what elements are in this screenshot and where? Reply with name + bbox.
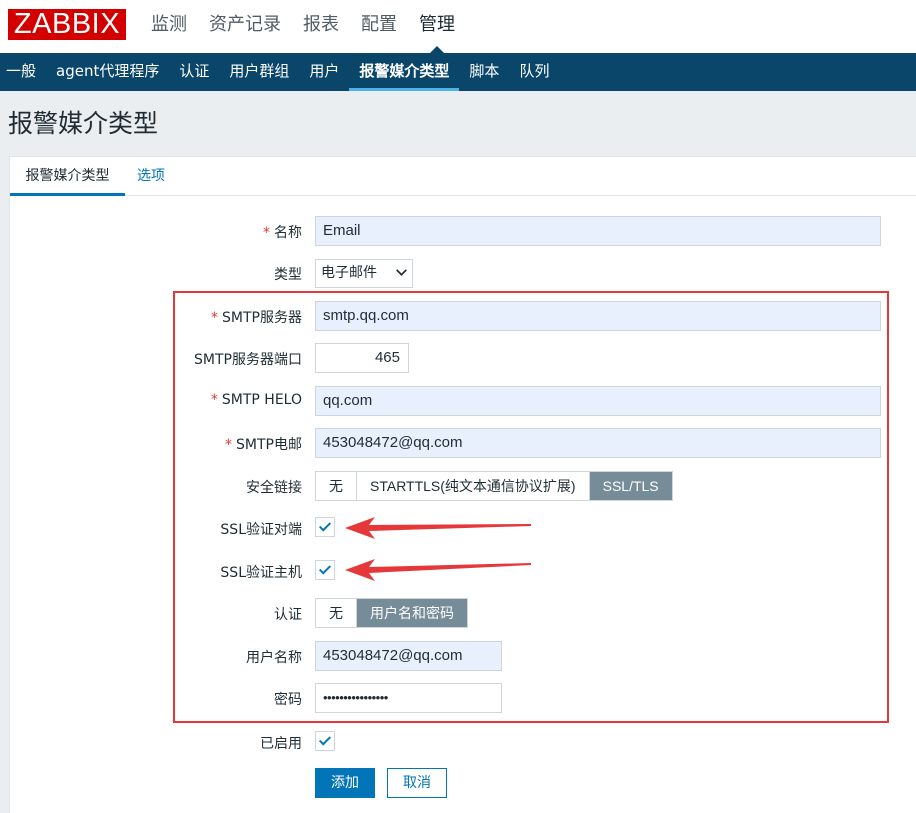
zabbix-logo[interactable]: ZABBIX — [8, 9, 126, 40]
enabled-checkbox[interactable] — [315, 731, 335, 751]
menu-item-monitoring[interactable]: 监测 — [140, 0, 198, 53]
enabled-label: 已启用 — [260, 736, 302, 752]
checkmark-icon — [318, 519, 332, 532]
security-option-none[interactable]: 无 — [316, 472, 357, 500]
required-mark: * — [263, 225, 270, 241]
top-bar: ZABBIX 监测 资产记录 报表 配置 管理 — [0, 0, 916, 53]
ssl-verify-peer-label: SSL验证对端 — [220, 522, 302, 538]
active-menu-caret-icon — [430, 46, 444, 53]
checkmark-icon — [318, 562, 332, 575]
username-label: 用户名称 — [246, 650, 302, 666]
add-button[interactable]: 添加 — [315, 768, 375, 798]
smtp-server-label: * SMTP服务器 — [211, 310, 302, 326]
menu-item-administration-label: 管理 — [419, 14, 455, 35]
required-mark: * — [211, 310, 219, 326]
smtp-email-label: * SMTP电邮 — [225, 437, 302, 453]
ssl-verify-peer-checkbox[interactable] — [315, 517, 335, 537]
name-label: * 名称 — [263, 225, 302, 241]
subnav-item-user-groups[interactable]: 用户群组 — [219, 53, 299, 91]
type-select[interactable]: 电子邮件 — [315, 259, 413, 288]
subnav-item-authentication[interactable]: 认证 — [169, 53, 219, 91]
main-menu: 监测 资产记录 报表 配置 管理 — [140, 0, 466, 53]
smtp-server-input[interactable]: smtp.qq.com — [315, 301, 881, 331]
security-toggle: 无 STARTTLS(纯文本通信协议扩展) SSL/TLS — [315, 471, 673, 501]
subnav-item-scripts[interactable]: 脚本 — [459, 53, 509, 91]
menu-item-reports[interactable]: 报表 — [292, 0, 350, 53]
subnav-item-users[interactable]: 用户 — [299, 53, 349, 91]
menu-item-administration[interactable]: 管理 — [408, 0, 466, 53]
smtp-email-input[interactable]: 453048472@qq.com — [315, 428, 881, 458]
tab-options[interactable]: 选项 — [137, 157, 165, 196]
form-panel: 报警媒介类型 选项 * 名称 Email 类型 电子邮件 * SMTP服务器 smt… — [9, 156, 916, 813]
security-option-starttls[interactable]: STARTTLS(纯文本通信协议扩展) — [357, 472, 590, 500]
ssl-verify-host-label: SSL验证主机 — [220, 565, 302, 581]
security-label: 安全链接 — [246, 480, 302, 496]
chevron-down-icon — [396, 265, 407, 276]
sub-navigation: 一般 agent代理程序 认证 用户群组 用户 报警媒介类型 脚本 队列 — [0, 53, 916, 91]
required-mark: * — [210, 392, 218, 408]
smtp-port-input[interactable]: 465 — [315, 343, 409, 373]
required-mark: * — [225, 437, 233, 453]
authentication-label: 认证 — [274, 607, 302, 623]
menu-item-inventory[interactable]: 资产记录 — [198, 0, 292, 53]
subnav-item-queue[interactable]: 队列 — [509, 53, 559, 91]
cancel-button[interactable]: 取消 — [387, 768, 447, 798]
page-title: 报警媒介类型 — [8, 109, 159, 138]
security-option-ssl-tls[interactable]: SSL/TLS — [589, 472, 672, 500]
username-input[interactable]: 453048472@qq.com — [315, 641, 502, 671]
ssl-verify-host-checkbox[interactable] — [315, 560, 335, 580]
auth-option-none[interactable]: 无 — [316, 599, 357, 627]
smtp-helo-input[interactable]: qq.com — [315, 386, 881, 416]
subnav-item-proxies[interactable]: agent代理程序 — [46, 53, 169, 91]
type-label: 类型 — [274, 267, 302, 283]
subnav-item-media-types[interactable]: 报警媒介类型 — [349, 53, 460, 91]
menu-item-configuration[interactable]: 配置 — [350, 0, 408, 53]
password-label: 密码 — [274, 692, 302, 708]
smtp-helo-label: * SMTP HELO — [210, 392, 302, 408]
annotation-arrow-icon — [345, 517, 531, 539]
password-input[interactable]: •••••••••••••••• — [315, 683, 502, 713]
tab-media-type[interactable]: 报警媒介类型 — [10, 157, 125, 196]
type-select-value: 电子邮件 — [321, 265, 377, 281]
authentication-toggle: 无 用户名和密码 — [315, 598, 468, 628]
name-input[interactable]: Email — [315, 216, 881, 246]
smtp-port-label: SMTP服务器端口 — [194, 352, 302, 368]
tab-bar: 报警媒介类型 选项 — [10, 157, 916, 196]
auth-option-username-password[interactable]: 用户名和密码 — [357, 599, 467, 627]
checkmark-icon — [318, 733, 332, 746]
annotation-arrow-icon — [345, 559, 531, 581]
subnav-item-general[interactable]: 一般 — [0, 53, 46, 91]
